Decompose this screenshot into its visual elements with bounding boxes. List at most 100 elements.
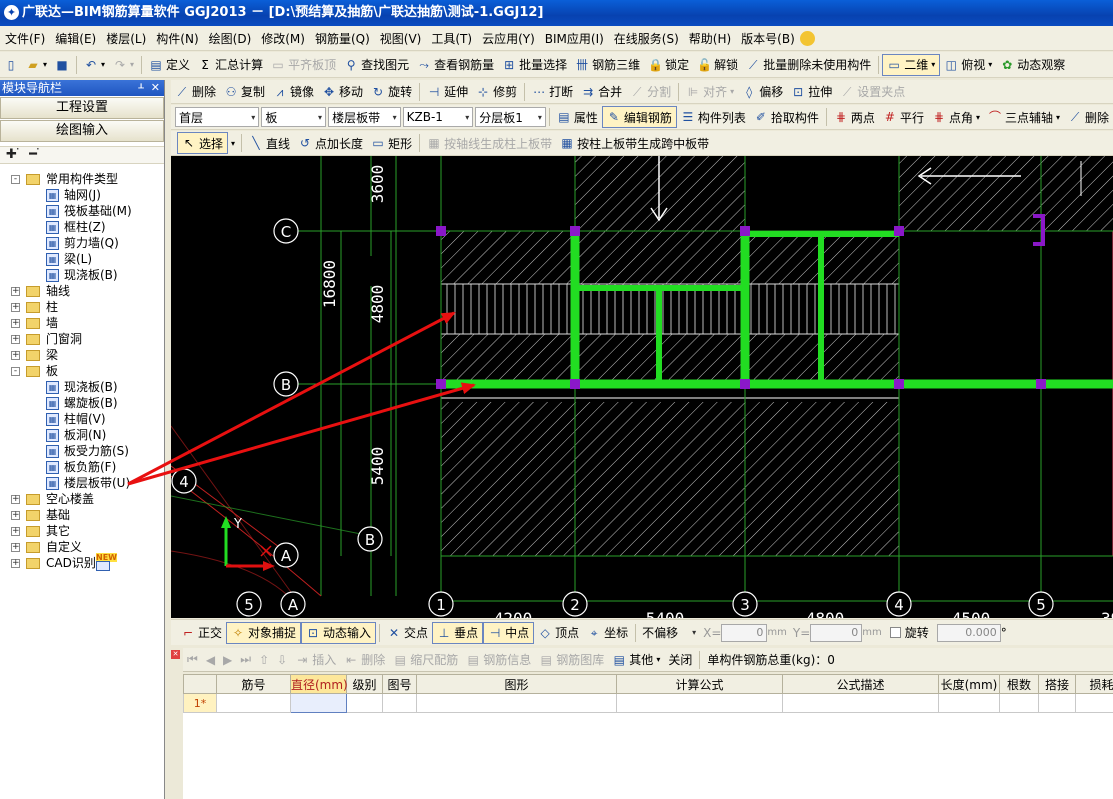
project-settings-button[interactable]: 工程设置 — [0, 97, 164, 119]
tree-item[interactable]: ▦ 现浇板(B) — [0, 379, 164, 395]
cell-formula-desc[interactable] — [782, 693, 939, 713]
menu-help[interactable]: 帮助(H) — [684, 30, 736, 47]
menu-file[interactable]: 文件(F) — [0, 30, 50, 47]
menu-version[interactable]: 版本号(B) — [736, 30, 800, 47]
expand-icon[interactable]: + — [11, 527, 20, 536]
tree-item[interactable]: ▦ 梁(L) — [0, 251, 164, 267]
cell-shape[interactable] — [416, 693, 617, 713]
three-point-axis-button[interactable]: ⌒ 三点辅轴 ▾ — [984, 106, 1064, 128]
expand-icon[interactable]: + — [11, 495, 20, 504]
cell-length[interactable] — [938, 693, 1000, 713]
rect-button[interactable]: ▭ 矩形 — [367, 132, 416, 154]
first-record-button[interactable]: ⏮ — [183, 649, 202, 671]
user-face-icon[interactable] — [799, 30, 815, 46]
find-element-button[interactable]: ⚲ 查找图元 — [340, 54, 413, 76]
collapse-icon[interactable]: - — [11, 175, 20, 184]
gen-by-column-button[interactable]: ▦ 按柱上板带生成跨中板带 — [556, 132, 713, 154]
tree-item[interactable]: ▦ 剪力墙(Q) — [0, 235, 164, 251]
cell-figure-no[interactable] — [382, 693, 417, 713]
menu-cloud[interactable]: 云应用(Y) — [477, 30, 540, 47]
point-angle-button[interactable]: ⋕ 点角 ▾ — [928, 106, 984, 128]
rebar-lib-button[interactable]: ▤ 钢筋图库 — [535, 649, 608, 671]
view-rebar-button[interactable]: ⤳ 查看钢筋量 — [413, 54, 498, 76]
offset-button[interactable]: ◊ 偏移 — [738, 81, 787, 103]
batch-select-button[interactable]: ⊞ 批量选择 — [498, 54, 571, 76]
unlock-button[interactable]: 🔓 解锁 — [693, 54, 742, 76]
close-icon[interactable]: ✕ — [151, 81, 160, 94]
view-2d-button[interactable]: ▭ 二维 ▾ — [882, 53, 941, 76]
merge-button[interactable]: ⇉ 合并 — [577, 81, 626, 103]
expand-all-icon[interactable]: ✚ ̇ — [6, 147, 21, 162]
col-shape[interactable]: 图形 — [416, 674, 617, 694]
expand-icon[interactable]: + — [11, 351, 20, 360]
expand-icon[interactable]: + — [11, 511, 20, 520]
define-button[interactable]: ▤ 定义 — [145, 54, 194, 76]
close-grid-button[interactable]: 关闭 — [664, 649, 696, 671]
pin-icon[interactable]: ᚆ — [138, 81, 143, 94]
col-grade[interactable]: 级别 — [346, 674, 383, 694]
col-lap[interactable]: 搭接 — [1038, 674, 1076, 694]
two-points-button[interactable]: ⋕ 两点 — [830, 106, 879, 128]
delete-row-button[interactable]: ⇤ 删除 — [340, 649, 389, 671]
tree-item[interactable]: ▦ 轴网(J) — [0, 187, 164, 203]
component-list-button[interactable]: ☰ 构件列表 — [677, 106, 750, 128]
y-offset-input[interactable]: 0 — [810, 623, 863, 642]
tree-folder[interactable]: + 自定义 — [0, 539, 164, 555]
col-length[interactable]: 长度(mm) — [938, 674, 1000, 694]
top-view-button[interactable]: ◫ 俯视 ▾ — [940, 54, 996, 76]
type-select[interactable]: 板 ▾ — [261, 107, 327, 127]
col-formula[interactable]: 计算公式 — [616, 674, 783, 694]
tree-item[interactable]: ▦ 板负筋(F) — [0, 459, 164, 475]
tree-item[interactable]: ▦ 框柱(Z) — [0, 219, 164, 235]
cell-count[interactable] — [999, 693, 1039, 713]
tree-item[interactable]: ▦ 楼层板带(U) — [0, 475, 164, 491]
tree-folder[interactable]: + 轴线 — [0, 283, 164, 299]
menu-rebar-qty[interactable]: 钢筋量(Q) — [310, 30, 375, 47]
cell-diameter[interactable] — [290, 693, 347, 713]
expand-icon[interactable]: + — [11, 287, 20, 296]
menu-modify[interactable]: 修改(M) — [256, 30, 310, 47]
redo-button[interactable]: ↷ ▾ — [109, 54, 138, 76]
tree-item[interactable]: ▦ 螺旋板(B) — [0, 395, 164, 411]
tree-folder[interactable]: + 墙 — [0, 315, 164, 331]
stretch-button[interactable]: ⊡ 拉伸 — [787, 81, 836, 103]
perpendicular-button[interactable]: ⊥ 垂点 — [432, 621, 484, 644]
col-bar-no[interactable]: 筋号 — [216, 674, 291, 694]
offset-mode-select[interactable]: 不偏移 ▾ — [639, 623, 699, 643]
select-dropdown-icon[interactable]: ▾ — [231, 139, 235, 148]
menu-view[interactable]: 视图(V) — [375, 30, 427, 47]
pick-component-button[interactable]: ✐ 拾取构件 — [750, 106, 823, 128]
tree-item[interactable]: ▦ 板洞(N) — [0, 427, 164, 443]
lock-button[interactable]: 🔒 锁定 — [644, 54, 693, 76]
tree-folder[interactable]: + 空心楼盖 — [0, 491, 164, 507]
mirror-button[interactable]: ⩘ 镜像 — [269, 81, 318, 103]
trim-button[interactable]: ⊹ 修剪 — [472, 81, 521, 103]
cell-lap[interactable] — [1038, 693, 1076, 713]
tree-item[interactable]: ▦ 板受力筋(S) — [0, 443, 164, 459]
expand-icon[interactable]: + — [11, 543, 20, 552]
panel-close-icon[interactable]: ✕ — [171, 650, 180, 659]
rotate-checkbox[interactable] — [889, 627, 901, 638]
rebar-info-button[interactable]: ▤ 钢筋信息 — [462, 649, 535, 671]
menu-edit[interactable]: 编辑(E) — [50, 30, 101, 47]
point-length-button[interactable]: ↺ 点加长度 — [294, 132, 367, 154]
tree-item[interactable]: ▦ 柱帽(V) — [0, 411, 164, 427]
next-record-button[interactable]: ▶ — [219, 649, 236, 671]
line-button[interactable]: ╲ 直线 — [245, 132, 294, 154]
menu-draw[interactable]: 绘图(D) — [204, 30, 257, 47]
tree-item[interactable]: ▦ 筏板基础(M) — [0, 203, 164, 219]
delete-button[interactable]: ⟋ 删除 — [171, 81, 220, 103]
set-grip-button[interactable]: ⟋ 设置夹点 — [836, 81, 909, 103]
insert-row-button[interactable]: ⇥ 插入 — [291, 649, 340, 671]
component-select[interactable]: KZB-1 ▾ — [402, 107, 474, 127]
copy-button[interactable]: ⚇ 复制 — [220, 81, 269, 103]
split-button[interactable]: ⟋ 分割 — [626, 81, 675, 103]
parallel-button[interactable]: # 平行 — [879, 106, 928, 128]
object-snap-button[interactable]: ✧ 对象捕捉 — [226, 621, 302, 644]
expand-icon[interactable]: + — [11, 319, 20, 328]
menu-online[interactable]: 在线服务(S) — [609, 30, 684, 47]
cell-bar-no[interactable] — [216, 693, 291, 713]
move-down-button[interactable]: ⇩ — [273, 649, 291, 671]
slab-strip-band[interactable] — [441, 284, 899, 334]
rebar-3d-button[interactable]: 卌钢筋三维 — [571, 54, 644, 76]
